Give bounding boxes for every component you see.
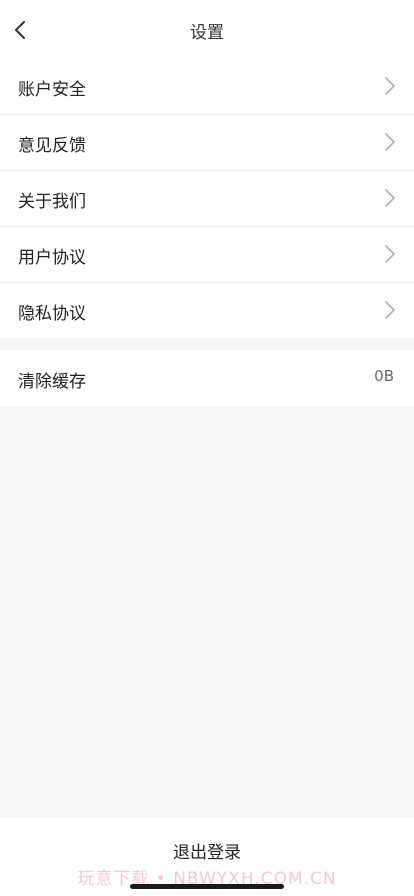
page-title: 设置 xyxy=(190,23,224,43)
chevron-right-icon xyxy=(384,75,396,97)
settings-item-about-us[interactable]: 关于我们 xyxy=(0,170,414,226)
bottom-bar: 退出登录 玩意下载 • NBWYXH.COM.CN xyxy=(0,818,414,896)
settings-list: 账户安全 意见反馈 关于我们 用户协议 隐私协议 xyxy=(0,58,414,338)
clear-cache-button[interactable]: 清除缓存 0B xyxy=(0,350,414,406)
chevron-right-icon xyxy=(384,243,396,265)
settings-item-privacy-agreement[interactable]: 隐私协议 xyxy=(0,282,414,338)
chevron-right-icon xyxy=(384,187,396,209)
cache-section: 清除缓存 0B xyxy=(0,350,414,406)
clear-cache-label: 清除缓存 xyxy=(18,372,86,392)
navigation-bar: 设置 xyxy=(0,0,414,58)
cache-size-value: 0B xyxy=(374,367,394,385)
settings-item-label: 意见反馈 xyxy=(18,136,86,156)
settings-item-feedback[interactable]: 意见反馈 xyxy=(0,114,414,170)
settings-item-label: 关于我们 xyxy=(18,192,86,212)
settings-item-label: 隐私协议 xyxy=(18,304,86,324)
logout-button[interactable]: 退出登录 xyxy=(0,838,414,863)
chevron-right-icon xyxy=(384,131,396,153)
chevron-right-icon xyxy=(384,299,396,321)
settings-item-label: 账户安全 xyxy=(18,80,86,100)
settings-item-label: 用户协议 xyxy=(18,248,86,268)
home-indicator[interactable] xyxy=(130,884,284,889)
settings-item-user-agreement[interactable]: 用户协议 xyxy=(0,226,414,282)
settings-item-account-security[interactable]: 账户安全 xyxy=(0,58,414,114)
